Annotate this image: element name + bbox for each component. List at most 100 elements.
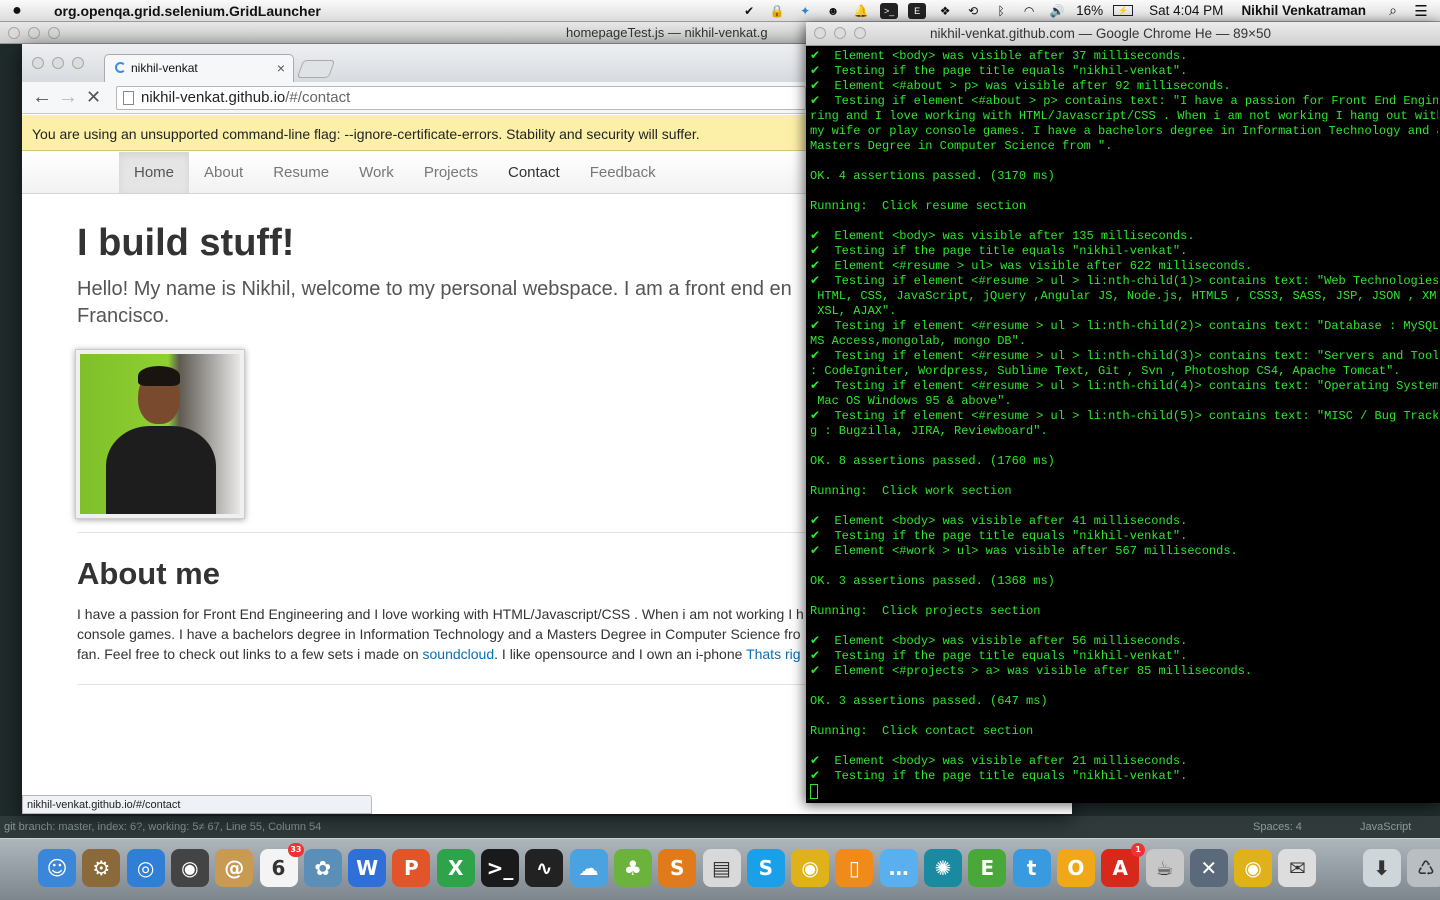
terminal-line: ✔ Element <body> was visible after 135 m… <box>810 229 1195 243</box>
safari-icon[interactable]: ◎ <box>126 849 165 887</box>
notification-center-icon[interactable]: ☰ <box>1412 3 1430 20</box>
preview-icon[interactable]: ▤ <box>702 849 741 887</box>
contacts-icon[interactable]: @ <box>215 849 254 887</box>
terminal-line: : CodeIgniter, Wordpress, Sublime Text, … <box>810 364 1401 378</box>
terminal-menu-icon[interactable]: >_ <box>880 2 899 19</box>
downloads-icon[interactable]: ⬇ <box>1362 849 1401 887</box>
nav-feedback[interactable]: Feedback <box>575 152 671 193</box>
alien-icon[interactable]: ☻ <box>824 3 842 19</box>
activity-monitor-icon[interactable]: ∿ <box>525 849 564 887</box>
terminal-line: ✔ Testing if the page title equals "nikh… <box>810 64 1188 78</box>
messages-icon[interactable]: … <box>879 849 918 887</box>
powerpoint-icon[interactable]: P <box>392 849 431 887</box>
back-icon[interactable]: ← <box>32 86 52 109</box>
evernote-menu-icon[interactable]: E <box>908 2 927 19</box>
acrobat-icon[interactable]: A1 <box>1101 843 1146 887</box>
excel-icon[interactable]: X <box>436 849 475 887</box>
hero-intro-continued: Francisco. <box>77 305 170 327</box>
sublime-close-button[interactable] <box>8 27 20 39</box>
spotlight-search-icon[interactable]: ⌕ <box>1384 2 1402 19</box>
terminal-line: OK. 3 assertions passed. (1368 ms) <box>810 574 1055 588</box>
twitter-icon[interactable]: t <box>1012 849 1051 887</box>
volume-icon[interactable]: 🔊 <box>1048 3 1066 19</box>
stop-icon[interactable]: ✕ <box>86 87 101 108</box>
dropbox-icon[interactable]: ❖ <box>936 3 954 19</box>
terminal-icon[interactable]: >_ <box>481 849 519 887</box>
terminal-line: ring and I love working with HTML/Javasc… <box>810 109 1438 123</box>
address-bar[interactable]: nikhil-venkat.github.io/#/contact <box>116 86 806 110</box>
terminal-zoom-button[interactable] <box>854 27 866 39</box>
new-tab-button[interactable] <box>296 60 336 78</box>
script-icon[interactable]: ✉ <box>1278 849 1317 887</box>
apple-menu-icon[interactable]: ● <box>0 2 34 20</box>
sublime-syntax[interactable]: JavaScript <box>1360 821 1411 833</box>
sublime-title: homepageTest.js — nikhil-venkat.g <box>566 25 768 40</box>
forward-icon[interactable]: → <box>58 86 78 109</box>
android-icon[interactable]: ♣ <box>613 849 652 887</box>
terminal-line: OK. 8 assertions passed. (1760 ms) <box>810 454 1055 468</box>
app-name-menu[interactable]: org.openqa.grid.selenium.GridLauncher <box>54 3 321 19</box>
evernote-icon[interactable]: E <box>968 849 1007 887</box>
nav-work[interactable]: Work <box>344 152 409 193</box>
automator-icon[interactable]: ⚙ <box>82 849 121 887</box>
user-name[interactable]: Nikhil Venkatraman <box>1241 3 1366 18</box>
network-icon[interactable]: ✺ <box>924 849 962 887</box>
bell-icon[interactable]: 🔔 <box>852 3 870 19</box>
ibooks-icon[interactable]: ▯ <box>835 849 874 887</box>
sublime-icon[interactable]: S <box>658 849 697 887</box>
word-icon[interactable]: W <box>348 849 387 887</box>
virtualbox-icon[interactable]: ✕ <box>1189 849 1228 887</box>
icloud-icon[interactable]: ☁ <box>569 849 608 887</box>
page-icon <box>123 91 134 105</box>
chrome-zoom-button[interactable] <box>72 57 84 69</box>
chrome-minimize-button[interactable] <box>52 57 64 69</box>
nav-home[interactable]: Home <box>119 152 190 193</box>
bluetooth-icon[interactable]: ᛒ <box>992 3 1010 19</box>
nav-contact[interactable]: Contact <box>493 152 575 193</box>
terminal-line: ✔ Testing if element <#resume > ul > li:… <box>810 379 1438 393</box>
chrome-close-button[interactable] <box>32 57 44 69</box>
outlook-icon[interactable]: O <box>1056 849 1095 887</box>
tab-close-icon[interactable]: × <box>277 60 285 76</box>
checkmark-icon[interactable]: ✔ <box>740 3 758 19</box>
soundcloud-link[interactable]: soundcloud <box>423 646 495 662</box>
nav-projects[interactable]: Projects <box>409 152 493 193</box>
trash-icon[interactable]: ♺ <box>1407 849 1440 887</box>
terminal-close-button[interactable] <box>814 27 826 39</box>
chrome-tab[interactable]: nikhil-venkat × <box>104 54 294 82</box>
terminal-output[interactable]: ✔ Element <body> was visible after 37 mi… <box>810 49 1438 803</box>
camera-icon[interactable]: ◉ <box>170 849 209 887</box>
coffee-icon[interactable]: ☕ <box>1145 849 1184 887</box>
sublime-spaces[interactable]: Spaces: 4 <box>1253 821 1302 833</box>
wifi-icon[interactable]: ◠ <box>1020 3 1038 19</box>
sublime-minimize-button[interactable] <box>28 27 40 39</box>
nav-resume[interactable]: Resume <box>258 152 344 193</box>
finder-icon[interactable]: ☺ <box>38 849 76 887</box>
clock[interactable]: Sat 4:04 PM <box>1149 3 1223 18</box>
thats-right-link[interactable]: Thats rig <box>746 646 800 662</box>
photos-icon[interactable]: ✿ <box>303 849 342 887</box>
sublime-zoom-button[interactable] <box>48 27 60 39</box>
terminal-minimize-button[interactable] <box>834 27 846 39</box>
skype-icon[interactable]: S <box>746 849 785 887</box>
battery-icon[interactable]: ⚡ <box>1113 5 1134 16</box>
terminal-line: ✔ Testing if the page title equals "nikh… <box>810 244 1188 258</box>
terminal-line: ✔ Element <body> was visible after 21 mi… <box>810 754 1188 768</box>
terminal-line: Mac OS Windows 95 & above". <box>810 394 1012 408</box>
chrome-2-icon[interactable]: ◉ <box>1234 849 1273 887</box>
calendar-icon[interactable]: 6 33 <box>259 843 304 887</box>
link-status-bubble: nikhil-venkat.github.io/#/contact <box>22 795 372 814</box>
chrome-icon[interactable]: ◉ <box>791 849 830 887</box>
terminal-line: ✔ Element <body> was visible after 41 mi… <box>810 514 1188 528</box>
about-text-line-3: fan. Feel free to check out links to a f… <box>77 646 801 662</box>
twitter-icon[interactable]: ✦ <box>796 3 814 19</box>
nav-about[interactable]: About <box>189 152 258 193</box>
lock-icon[interactable]: 🔒 <box>768 3 786 19</box>
battery-percent[interactable]: 16% <box>1076 3 1103 18</box>
time-machine-icon[interactable]: ⟲ <box>964 3 982 19</box>
